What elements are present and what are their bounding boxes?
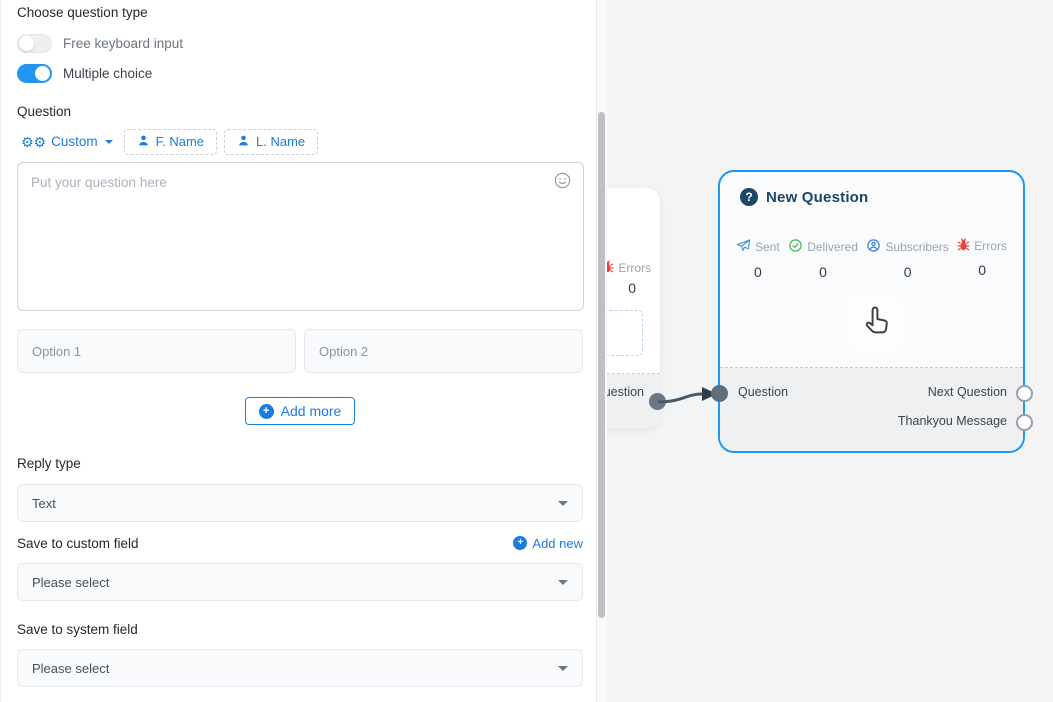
chevron-down-icon bbox=[105, 140, 113, 144]
free-keyboard-toggle[interactable] bbox=[17, 34, 52, 53]
option-2-input[interactable] bbox=[304, 329, 583, 373]
node-title: New Question bbox=[766, 189, 868, 206]
output-port-label: Next Question bbox=[928, 385, 1007, 399]
question-mark-icon: ? bbox=[740, 188, 758, 206]
output-port-thankyou-message[interactable] bbox=[1016, 414, 1033, 431]
node-stats: Sent 0 Delivered 0 bbox=[720, 238, 1023, 280]
save-custom-field-select[interactable]: Please select bbox=[17, 563, 583, 601]
lname-tag-button[interactable]: L. Name bbox=[224, 129, 318, 155]
flow-builder-screen: Errors 0 uestion ? New Question bbox=[0, 0, 1053, 702]
lname-tag-label: L. Name bbox=[256, 134, 305, 149]
partial-node-port-label: uestion bbox=[604, 385, 644, 399]
node-footer bbox=[720, 368, 1023, 451]
save-custom-field-label: Save to custom field bbox=[17, 536, 139, 551]
multiple-choice-toggle-row: Multiple choice bbox=[17, 64, 583, 83]
partial-node-stat-value: 0 bbox=[628, 280, 636, 296]
stat-value: 0 bbox=[978, 262, 986, 278]
save-system-field-label: Save to system field bbox=[17, 622, 583, 637]
port-row: Thankyou Message bbox=[720, 412, 1023, 432]
question-textarea-wrap bbox=[17, 162, 583, 316]
multiple-choice-toggle[interactable] bbox=[17, 64, 52, 83]
chevron-down-icon bbox=[558, 666, 568, 671]
panel-scrollbar-track bbox=[597, 0, 607, 702]
emoji-picker-icon[interactable] bbox=[553, 171, 572, 190]
person-icon bbox=[137, 134, 150, 150]
save-custom-field-value: Please select bbox=[32, 575, 109, 590]
add-more-button[interactable]: + Add more bbox=[245, 397, 356, 425]
paper-plane-icon bbox=[736, 238, 751, 256]
cursor-highlight bbox=[847, 295, 903, 351]
stat-label: Sent bbox=[755, 240, 780, 254]
custom-button-label: Custom bbox=[51, 134, 98, 149]
add-more-label: Add more bbox=[281, 403, 342, 419]
add-new-link[interactable]: + Add new bbox=[513, 536, 583, 551]
stat-label: Subscribers bbox=[885, 240, 948, 254]
merge-tag-row: ⚙︎⚙︎ Custom F. Name bbox=[17, 128, 583, 155]
output-port[interactable] bbox=[649, 393, 666, 410]
free-keyboard-toggle-row: Free keyboard input bbox=[17, 34, 583, 53]
chevron-down-icon bbox=[558, 580, 568, 585]
add-new-label: Add new bbox=[532, 536, 583, 551]
hand-pointer-icon bbox=[858, 302, 892, 345]
person-icon bbox=[237, 134, 250, 150]
stat-value: 0 bbox=[904, 264, 912, 280]
stat-label: Errors bbox=[974, 239, 1007, 253]
add-option-placeholder[interactable] bbox=[605, 310, 643, 356]
option-1-input[interactable] bbox=[17, 329, 296, 373]
person-circle-icon bbox=[866, 238, 881, 256]
node-header: ? New Question bbox=[740, 188, 868, 206]
save-custom-field-row: Save to custom field + Add new bbox=[17, 534, 583, 552]
multiple-choice-label: Multiple choice bbox=[63, 66, 152, 81]
stat-value: 0 bbox=[754, 264, 762, 280]
panel-scrollbar-thumb[interactable] bbox=[598, 112, 605, 618]
bug-icon bbox=[957, 238, 970, 254]
input-port-label: Question bbox=[738, 385, 788, 399]
input-port[interactable] bbox=[711, 385, 728, 402]
add-more-wrap: + Add more bbox=[17, 397, 583, 425]
output-port-label: Thankyou Message bbox=[898, 414, 1007, 428]
fname-tag-label: F. Name bbox=[156, 134, 204, 149]
question-textarea[interactable] bbox=[17, 162, 584, 311]
question-settings-panel: Choose question type Free keyboard input… bbox=[0, 0, 597, 702]
partial-node-stat-label: Errors bbox=[618, 261, 651, 275]
stat-label: Delivered bbox=[807, 240, 858, 254]
reply-type-value: Text bbox=[32, 496, 56, 511]
choose-question-type-label: Choose question type bbox=[17, 5, 583, 20]
new-question-node[interactable]: ? New Question Sent 0 bbox=[718, 170, 1025, 453]
reply-type-select[interactable]: Text bbox=[17, 484, 583, 522]
free-keyboard-label: Free keyboard input bbox=[63, 36, 183, 51]
gears-icon: ⚙︎⚙︎ bbox=[21, 135, 46, 149]
stat-delivered: Delivered 0 bbox=[788, 238, 858, 280]
options-row bbox=[17, 329, 583, 373]
question-label: Question bbox=[17, 104, 583, 119]
output-port-next-question[interactable] bbox=[1016, 385, 1033, 402]
reply-type-label: Reply type bbox=[17, 456, 583, 471]
port-row: Question Next Question bbox=[720, 383, 1023, 403]
stat-sent: Sent 0 bbox=[736, 238, 780, 280]
plus-circle-icon: + bbox=[513, 536, 527, 550]
check-circle-icon bbox=[788, 238, 803, 256]
custom-fields-dropdown-button[interactable]: ⚙︎⚙︎ Custom bbox=[17, 134, 117, 149]
fname-tag-button[interactable]: F. Name bbox=[124, 129, 217, 155]
stat-value: 0 bbox=[819, 264, 827, 280]
save-system-field-select[interactable]: Please select bbox=[17, 649, 583, 687]
save-system-field-value: Please select bbox=[32, 661, 109, 676]
stat-errors: Errors 0 bbox=[957, 238, 1007, 280]
plus-circle-icon: + bbox=[259, 404, 274, 419]
stat-subscribers: Subscribers 0 bbox=[866, 238, 948, 280]
chevron-down-icon bbox=[558, 501, 568, 506]
